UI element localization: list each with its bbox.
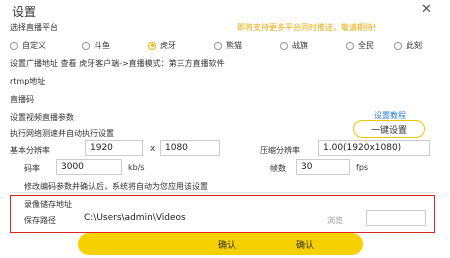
dialog-title: 设置 xyxy=(12,5,37,19)
radio-custom[interactable]: 自定义 xyxy=(10,40,46,51)
radio-dot xyxy=(346,41,354,50)
close-icon[interactable]: ✕ xyxy=(421,2,432,17)
bitrate-unit: kb/s xyxy=(128,163,145,172)
radio-quanmin[interactable]: 全民 xyxy=(346,40,374,51)
platform-radio-group: 自定义 斗鱼 虎牙 熊猫 战旗 全民 此刻 xyxy=(10,40,440,52)
save-path-label: 保存路径 xyxy=(24,216,56,225)
divider xyxy=(10,192,435,193)
resolution-separator: x xyxy=(150,144,156,154)
scaled-resolution-select[interactable]: 1.00(1920x1080) xyxy=(318,140,430,156)
resolution-height-input[interactable]: 1080 xyxy=(160,140,220,156)
platform-label: 选择直播平台 xyxy=(10,23,58,32)
radio-dot-selected xyxy=(148,41,156,50)
bitrate-label: 码率 xyxy=(24,164,40,173)
confirm-button[interactable]: 确认 xyxy=(218,238,236,251)
fps-label: 帧数 xyxy=(270,164,286,173)
radio-dot xyxy=(82,41,90,50)
radio-dot xyxy=(10,41,18,50)
radio-panda[interactable]: 熊猫 xyxy=(214,40,242,51)
bitrate-input[interactable]: 3000 xyxy=(56,159,122,175)
radio-dot xyxy=(280,41,288,50)
browse-button[interactable]: 浏览 xyxy=(327,215,343,226)
scaled-resolution-label: 压缩分辨率 xyxy=(260,146,300,155)
confirm-button-secondary[interactable]: 确认 xyxy=(296,238,314,251)
resolution-label: 基本分辨率 xyxy=(10,146,50,155)
resolution-width-input[interactable]: 1920 xyxy=(85,140,143,156)
network-test-label: 执行网络测速并自动执行设置 xyxy=(10,129,114,138)
radio-douyu[interactable]: 斗鱼 xyxy=(82,40,110,51)
address-note: 设置广播地址 查看 虎牙客户端->直播模式：第三方直播软件 xyxy=(10,59,225,68)
radio-huya[interactable]: 虎牙 xyxy=(148,40,176,51)
save-path-input[interactable]: C:\Users\admin\Videos xyxy=(80,210,310,226)
stream-code-label: 直播码 xyxy=(10,95,34,104)
hint-text: 即将支持更多平台同时推送，敬请期待! xyxy=(237,23,377,32)
fps-input[interactable]: 30 xyxy=(296,159,350,175)
confirm-note: 修改编码参数并确认后，系统将自动为您应用该设置 xyxy=(24,182,208,191)
radio-cike[interactable]: 此刻 xyxy=(394,40,422,51)
fps-unit: fps xyxy=(356,163,369,172)
video-params-label: 设置视频直播参数 xyxy=(10,113,74,122)
one-click-setup-button[interactable]: 一键设置 xyxy=(353,120,425,138)
browse-field[interactable] xyxy=(366,210,426,226)
radio-zhanqi[interactable]: 战旗 xyxy=(280,40,308,51)
rtmp-label: rtmp地址 xyxy=(10,77,46,86)
recording-label: 录像储存地址 xyxy=(24,200,72,209)
radio-dot xyxy=(214,41,222,50)
radio-dot xyxy=(394,41,402,50)
